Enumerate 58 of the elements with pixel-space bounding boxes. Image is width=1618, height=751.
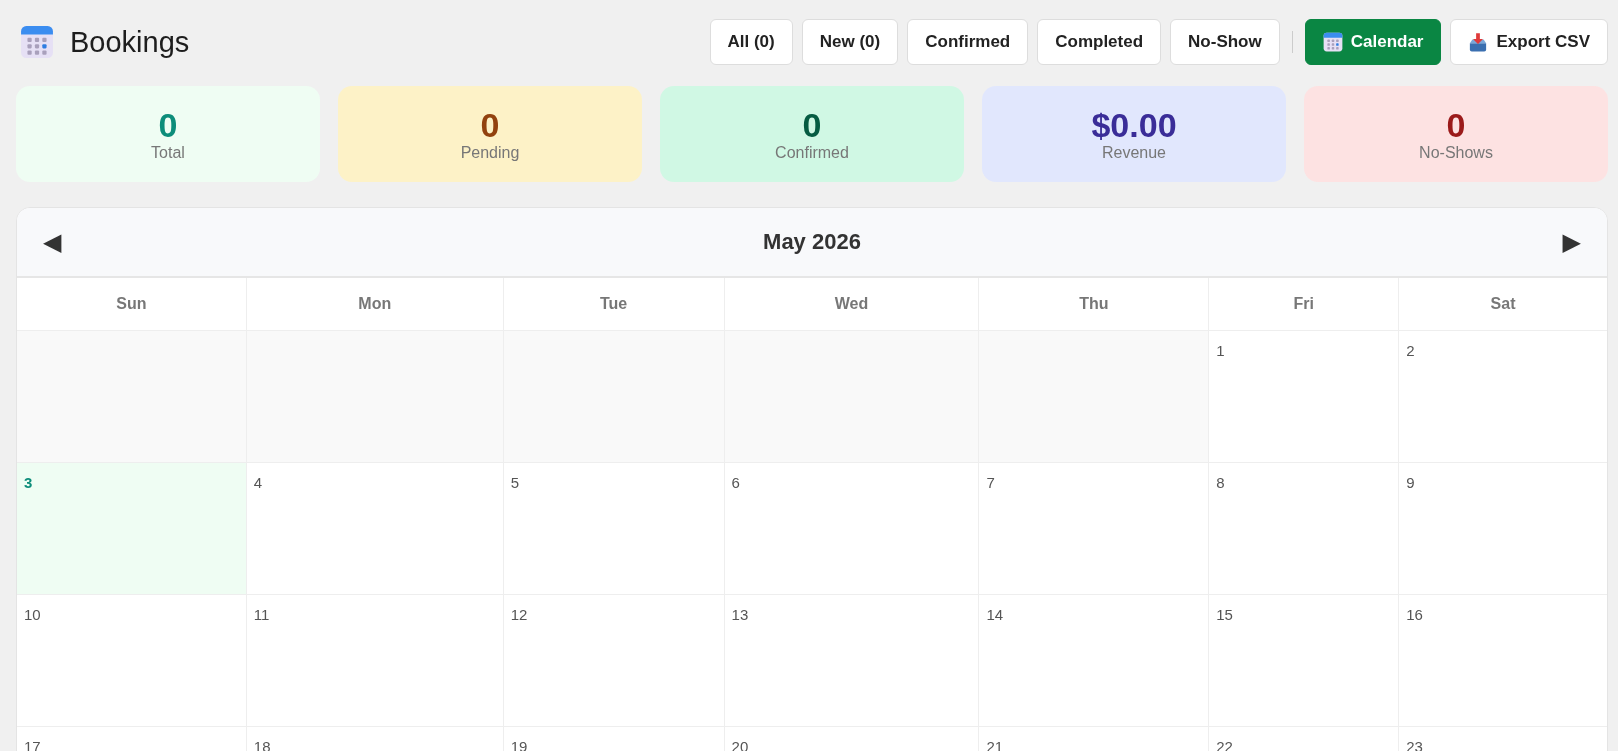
day-number: 1	[1216, 342, 1225, 359]
day-cell[interactable]: 9	[1398, 463, 1607, 595]
stat-value: $0.00	[1091, 106, 1177, 143]
day-number: 10	[24, 606, 41, 623]
day-number: 13	[731, 606, 749, 623]
filter-button[interactable]: No-Show	[1170, 19, 1280, 65]
day-cell[interactable]: 15	[1208, 595, 1399, 727]
day-cell[interactable]: 6	[723, 463, 979, 595]
stat-label: Total	[151, 143, 185, 162]
day-cell[interactable]: 4	[245, 463, 503, 595]
day-cell[interactable]: 2	[1398, 331, 1607, 463]
day-number: 3	[24, 474, 33, 491]
day-cell[interactable]: 12	[502, 595, 724, 727]
day-cell[interactable]: 14	[978, 595, 1209, 727]
filter-button[interactable]: All (0)	[709, 19, 793, 65]
day-cell[interactable]: 11	[245, 595, 503, 727]
day-number: 8	[1216, 474, 1225, 491]
day-cell[interactable]: 3	[17, 463, 246, 595]
day-number: 11	[253, 606, 270, 623]
stat-label: No-Shows	[1419, 143, 1493, 162]
day-cell[interactable]: 1	[1208, 331, 1399, 463]
month-title: May 2026	[763, 229, 861, 255]
previous-month-button[interactable]: ◀	[39, 228, 66, 256]
stat-label: Confirmed	[775, 143, 849, 162]
filter-button[interactable]: Completed	[1037, 19, 1162, 65]
day-cell[interactable]: 5	[502, 463, 724, 595]
weekday-header: Fri	[1208, 278, 1399, 331]
stat-label: Pending	[460, 143, 520, 162]
stat-label: Revenue	[1101, 143, 1166, 162]
day-cell[interactable]: 13	[723, 595, 979, 727]
stat-value: 0	[802, 106, 822, 143]
day-number: 5	[510, 474, 520, 491]
day-number: 7	[986, 474, 995, 491]
weekday-header: Sat	[1398, 278, 1607, 331]
day-number: 12	[510, 606, 528, 623]
day-cell[interactable]: 10	[17, 595, 246, 727]
day-number: 2	[1406, 342, 1415, 359]
inbox-tray-icon	[1468, 32, 1489, 52]
day-cell[interactable]: 8	[1208, 463, 1399, 595]
day-number: 16	[1406, 606, 1423, 623]
day-cell[interactable]: 16	[1398, 595, 1607, 727]
calendar-view-button[interactable]: Calendar	[1304, 19, 1442, 65]
day-number: 14	[986, 606, 1004, 623]
stat-value: 0	[158, 106, 178, 143]
export-button[interactable]: Export CSV	[1450, 19, 1608, 65]
day-number: 4	[253, 474, 263, 491]
day-number: 6	[731, 474, 740, 491]
page-title: Bookings	[70, 25, 190, 59]
stat-value: 0	[1446, 106, 1466, 143]
next-month-button[interactable]: ▶	[1558, 228, 1585, 256]
filter-button[interactable]: New (0)	[801, 19, 899, 65]
day-cell[interactable]: 7	[978, 463, 1209, 595]
day-number: 9	[1406, 474, 1415, 491]
day-number: 15	[1216, 606, 1233, 623]
calendar-icon	[1322, 32, 1343, 52]
stat-value: 0	[480, 106, 500, 143]
calendar-icon	[20, 25, 54, 59]
filter-button[interactable]: Confirmed	[907, 19, 1029, 65]
